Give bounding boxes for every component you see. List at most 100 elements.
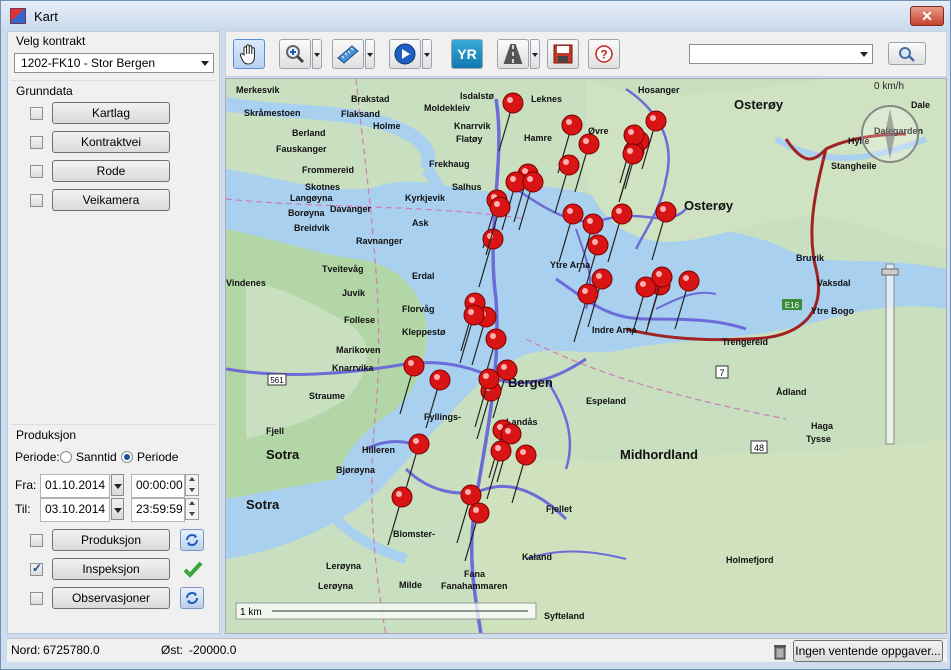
search-button[interactable] [888,42,926,65]
ruler-icon[interactable] [332,39,364,69]
app-icon [10,8,26,24]
rode-checkbox[interactable] [30,165,43,178]
map-view[interactable]: Merkesvik Skråmestoen Brakstad Moldekleiv Is… [225,78,947,634]
fra-date-field[interactable]: 01.10.2014 [40,474,110,498]
search-input[interactable] [689,44,873,64]
map-place-label: Dale [911,100,930,110]
left-panel: Velg kontrakt 1202-FK10 - Stor Bergen Gr… [7,31,220,634]
inspeksjon-button[interactable]: Inspeksjon [52,558,170,580]
veikamera-button[interactable]: Veikamera [52,189,170,211]
contract-group-label: Velg kontrakt [16,34,86,48]
play-icon[interactable] [389,39,421,69]
map-place-label: Milde [399,580,422,590]
map-place-label: Ravnanger [356,236,403,246]
window-title: Kart [34,8,58,24]
produksjon-group-label: Produksjon [16,428,77,442]
nord-label: Nord: [11,643,41,657]
road-dropdown[interactable] [530,39,540,69]
playback-dropdown[interactable] [422,39,432,69]
map-place-label: Ask [412,218,430,228]
sanntid-radio[interactable] [60,451,72,463]
map-place-label: Stangheile [831,161,877,171]
scale-bar: 1 km [235,602,537,620]
periode-radio[interactable] [121,451,133,463]
map-place-label: Knarrvika [332,363,375,373]
map-toolbar: YR ? [225,31,947,77]
veikamera-checkbox[interactable] [30,194,43,207]
zoom-icon[interactable] [279,39,311,69]
map-place-label: Breidvik [294,223,331,233]
contract-select[interactable]: 1202-FK10 - Stor Bergen [14,53,214,73]
close-button[interactable]: ✕ [910,6,944,26]
map-place-label: Midhordland [620,447,698,462]
map-place-label: Erdal [412,271,435,281]
map-place-label: Merkesvik [236,85,281,95]
map-place-label: Hosanger [638,85,680,95]
map-place-label: Frommereid [302,165,354,175]
map-place-label: Holmefjord [726,555,774,565]
trash-icon[interactable] [771,642,789,660]
ost-value: -20000.0 [189,643,237,657]
map-place-label: Lerøyna [318,581,354,591]
fra-time-field[interactable]: 00:00:00 [131,474,185,498]
observasjoner-checkbox[interactable] [30,592,43,605]
map-place-label: Flatøy [456,134,483,144]
kontraktvei-checkbox[interactable] [30,136,43,149]
map-place-label: Ytre Arna [550,260,591,270]
til-date-field[interactable]: 03.10.2014 [40,498,110,522]
til-date-dropdown[interactable] [111,498,124,520]
speed-readout: 0 km/h [874,81,904,92]
map-place-label: Hilleren [362,445,395,455]
map-place-label: Fauskanger [276,144,327,154]
fra-date-dropdown[interactable] [111,474,124,496]
road-icon[interactable] [497,39,529,69]
fra-label: Fra: [15,478,37,492]
rode-button[interactable]: Rode [52,160,170,182]
checkmark-icon [182,558,204,580]
map-place-label: Fjell [266,426,284,436]
compass-icon[interactable] [861,105,919,163]
map-place-label: Bruvik [796,253,825,263]
refresh-icon[interactable] [180,587,204,609]
grunndata-group-label: Grunndata [16,84,73,98]
periode-label: Periode: [15,450,60,464]
status-bar: Nord: 6725780.0 Øst: -20000.0 Ingen vent… [7,638,947,662]
kartlag-checkbox[interactable] [30,107,43,120]
pending-tasks-button[interactable]: Ingen ventende oppgaver... [793,640,943,662]
produksjon-checkbox[interactable] [30,534,43,547]
map-place-label: Frekhaug [429,159,470,169]
save-icon[interactable] [547,39,579,69]
pan-hand-icon[interactable] [233,39,265,69]
zoom-dropdown[interactable] [312,39,322,69]
yr-weather-icon[interactable]: YR [451,39,483,69]
map-place-label: Moldekleiv [424,103,470,113]
kartlag-button[interactable]: Kartlag [52,102,170,124]
map-place-label: Indre Arna [592,325,638,335]
app-window: Kart ✕ Velg kontrakt 1202-FK10 - Stor Be… [0,0,951,670]
til-time-spinner[interactable] [185,498,199,520]
map-place-label: Kleppestø [402,327,446,337]
kontraktvei-button[interactable]: Kontraktvei [52,131,170,153]
til-time-field[interactable]: 23:59:59 [131,498,185,522]
map-place-label: Bergen [508,375,553,390]
map-place-label: Fanahammaren [441,581,508,591]
map-place-label: Flaksand [341,109,380,119]
inspeksjon-checkbox[interactable] [30,561,43,576]
yr-label: YR [457,46,477,62]
produksjon-button[interactable]: Produksjon [52,529,170,551]
measure-dropdown[interactable] [365,39,375,69]
help-icon[interactable]: ? [588,39,620,69]
map-canvas[interactable]: Merkesvik Skråmestoen Brakstad Moldekleiv Is… [226,79,947,634]
map-place-label: Vaksdal [817,278,851,288]
ost-label: Øst: [161,643,184,657]
sanntid-label: Sanntid [76,450,117,464]
observasjoner-button[interactable]: Observasjoner [52,587,170,609]
map-place-label: Kaland [522,552,552,562]
map-place-label: Marikoven [336,345,381,355]
map-place-label: Syfteland [544,611,585,621]
chevron-down-icon [860,52,868,57]
map-place-label: Knarrvik [454,121,492,131]
refresh-icon[interactable] [180,529,204,551]
svg-text:?: ? [600,48,607,62]
fra-time-spinner[interactable] [185,474,199,496]
